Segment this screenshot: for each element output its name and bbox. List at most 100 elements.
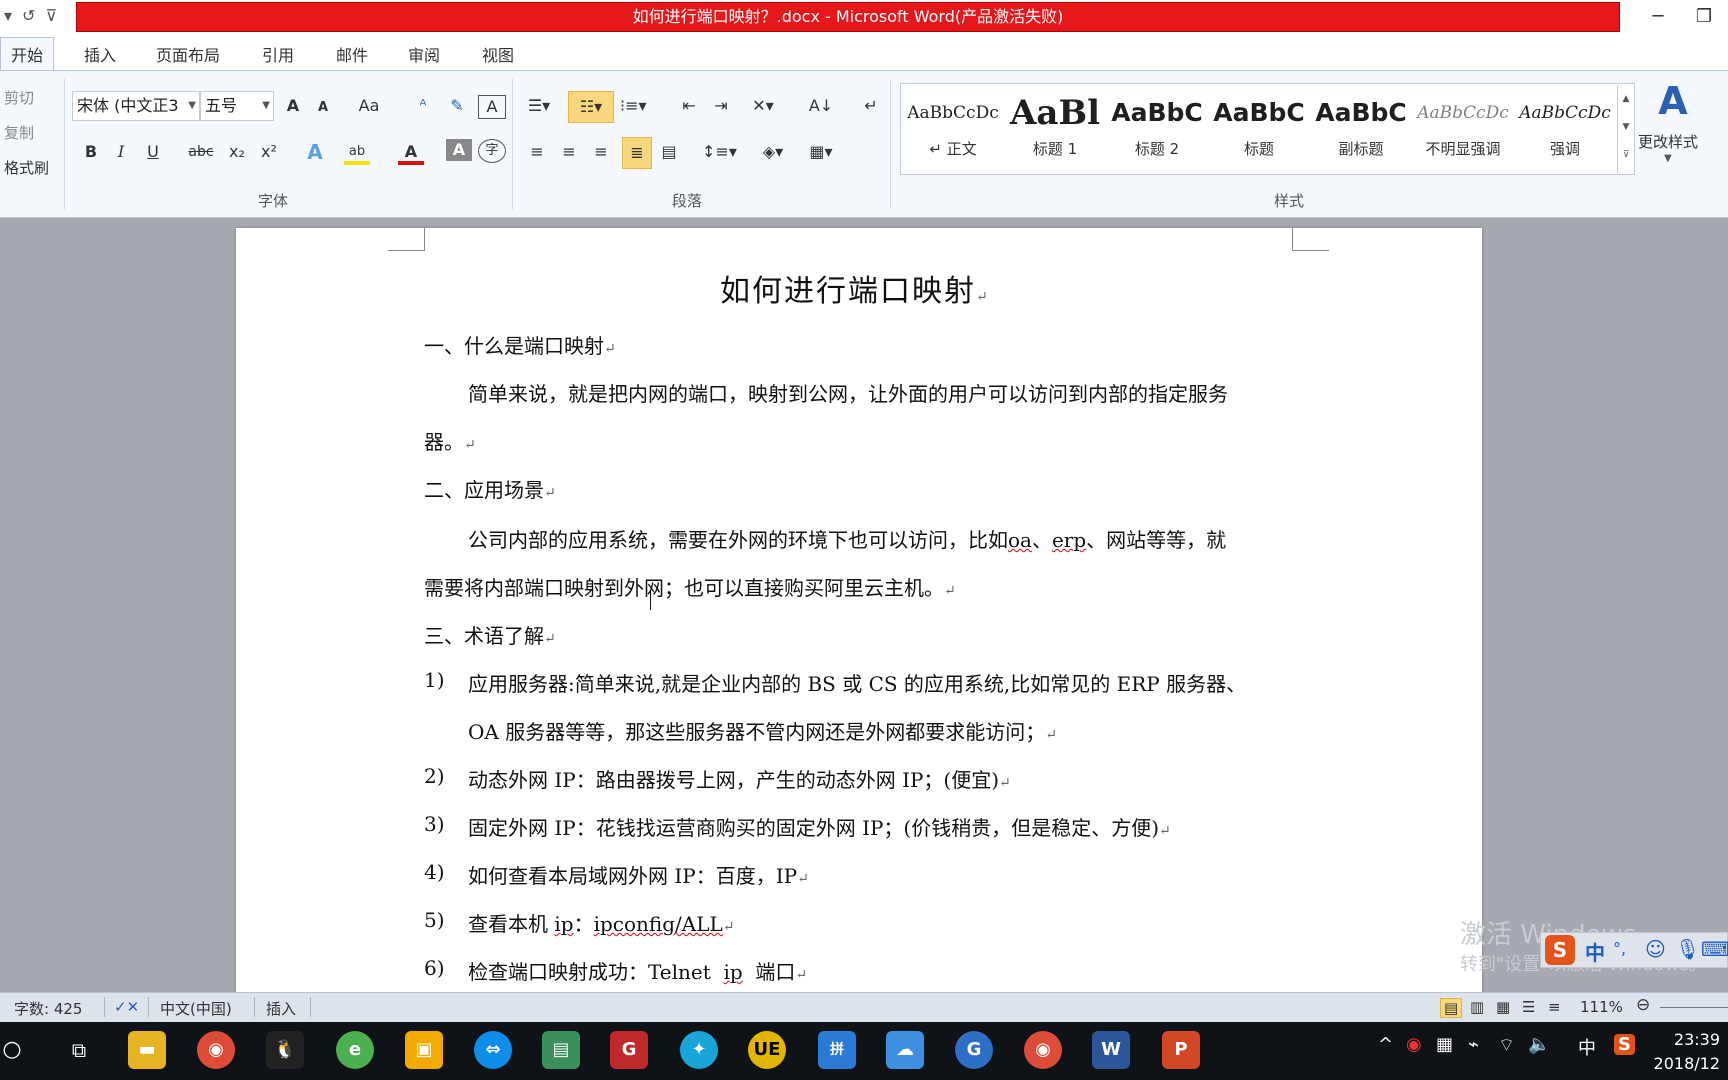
document-page[interactable]: 如何进行端口映射↵ 一、什么是端口映射↵ 简单来说，就是把内网的端口，映射到公网… — [236, 228, 1482, 1008]
zoom-level[interactable]: 111% — [1580, 998, 1623, 1016]
increase-indent-icon[interactable]: ⇥ — [708, 91, 734, 121]
highlight-button[interactable]: ab — [344, 137, 370, 165]
style-subtle-emphasis[interactable]: AaBbCcDc 不明显强调 — [1413, 88, 1513, 170]
chevron-up-icon[interactable]: ▲ — [1618, 85, 1634, 113]
wifi-icon[interactable]: ⌔ — [1498, 1034, 1515, 1057]
record-icon[interactable]: ◉ — [1406, 1034, 1422, 1055]
styles-scrollbar[interactable]: ▲ ▼ ⊽ — [1617, 85, 1634, 173]
blue-app-icon[interactable]: G — [955, 1031, 993, 1069]
zoom-slider[interactable] — [1660, 1007, 1728, 1008]
outline-icon[interactable]: ☰ — [1522, 998, 1535, 1016]
qq-icon[interactable]: 🐧 — [266, 1031, 304, 1069]
phonetic-icon[interactable]: ᴬ — [410, 91, 436, 121]
tab-view[interactable]: 视图 — [474, 40, 522, 68]
volume-icon[interactable]: 🔈 — [1528, 1034, 1550, 1055]
line-spacing-icon[interactable]: ↕≡▾ — [702, 137, 737, 167]
undo-icon[interactable]: ↺ — [22, 6, 35, 25]
more-icon[interactable]: ⊽ — [1618, 141, 1634, 169]
zoom-out-icon[interactable]: ⊖ — [1636, 995, 1650, 1015]
red-app-icon[interactable]: G — [610, 1031, 648, 1069]
restore-button[interactable]: ❐ — [1684, 4, 1724, 30]
tab-mailings[interactable]: 邮件 — [328, 40, 376, 68]
style-normal[interactable]: AaBbCcDc ↵ 正文 — [903, 88, 1003, 170]
cortana-icon[interactable]: ○ — [0, 1031, 24, 1069]
browser-icon[interactable]: e — [336, 1031, 374, 1069]
font-color-button[interactable]: A — [398, 137, 424, 165]
word-icon[interactable]: W — [1092, 1031, 1130, 1069]
borders-icon[interactable]: ▦▾ — [808, 137, 834, 167]
char-shading-button[interactable]: A — [446, 139, 472, 161]
network-app-icon[interactable]: ▤ — [542, 1031, 580, 1069]
word-count[interactable]: 字数: 425 — [14, 998, 82, 1019]
grow-font-button[interactable]: A — [280, 91, 306, 121]
text-effect-icon[interactable]: A — [302, 137, 328, 167]
clock[interactable]: 23:39 2018/12 — [1654, 1028, 1720, 1076]
numbering-icon[interactable]: ☷▾ — [568, 91, 614, 123]
tab-review[interactable]: 审阅 — [400, 40, 448, 68]
change-case-button[interactable]: Aa — [356, 91, 382, 121]
ime-mode[interactable]: 中 — [1585, 937, 1605, 966]
chrome-alt-icon[interactable]: ◉ — [1024, 1031, 1062, 1069]
language-indicator[interactable]: 中文(中国) — [160, 998, 232, 1019]
bullets-icon[interactable]: ☰▾ — [526, 91, 552, 121]
style-subtitle[interactable]: AaBbC 副标题 — [1311, 88, 1411, 170]
cut-button[interactable]: 剪切 — [4, 87, 34, 108]
chevron-down-icon[interactable]: ▼ — [1618, 113, 1634, 141]
asian-layout-icon[interactable]: ✕▾ — [750, 91, 776, 121]
sort-icon[interactable]: A↓ — [808, 91, 834, 121]
full-screen-reading-icon[interactable]: ▥ — [1470, 998, 1484, 1016]
style-heading-2[interactable]: AaBbC 标题 2 — [1107, 88, 1207, 170]
shrink-font-button[interactable]: A — [310, 93, 336, 123]
tab-insert[interactable]: 插入 — [76, 40, 124, 68]
char-border-icon[interactable]: A — [478, 95, 506, 119]
align-left-icon[interactable]: ≡ — [524, 137, 550, 167]
align-right-icon[interactable]: ≡ — [588, 137, 614, 167]
font-name-combo[interactable]: 宋体 (中文正3 ▼ — [72, 91, 200, 121]
web-layout-icon[interactable]: ▦ — [1496, 998, 1510, 1016]
clear-format-icon[interactable]: ✎ — [444, 91, 470, 121]
copy-button[interactable]: 复制 — [4, 122, 34, 143]
teamviewer-icon[interactable]: ⇔ — [474, 1031, 512, 1069]
ultraedit-icon[interactable]: UE — [748, 1031, 786, 1069]
sogou-logo[interactable]: S — [1545, 935, 1575, 965]
tray-app-icon[interactable]: ▦ — [1436, 1034, 1453, 1055]
font-size-combo[interactable]: 五号 ▼ — [200, 91, 274, 121]
powerpoint-icon[interactable]: P — [1162, 1031, 1200, 1069]
style-emphasis[interactable]: AaBbCcDc 强调 — [1515, 88, 1615, 170]
input-app-icon[interactable]: 拼 — [818, 1031, 856, 1069]
minimize-button[interactable]: ─ — [1638, 4, 1678, 30]
style-title[interactable]: AaBbC 标题 — [1209, 88, 1309, 170]
show-marks-icon[interactable]: ↵ — [858, 91, 884, 121]
align-center-icon[interactable]: ≡ — [556, 137, 582, 167]
shading-icon[interactable]: ◈▾ — [760, 137, 786, 167]
keyboard-icon[interactable]: ⌨ — [1701, 937, 1728, 961]
print-layout-icon[interactable]: ▤ — [1440, 998, 1463, 1018]
tab-references[interactable]: 引用 — [254, 40, 302, 68]
proofing-icon[interactable]: ✓✕ — [114, 998, 139, 1016]
change-styles-icon[interactable]: A — [1648, 79, 1698, 123]
emoji-icon[interactable]: ☺ — [1645, 937, 1666, 961]
folder-app-icon[interactable]: ▣ — [405, 1031, 443, 1069]
format-painter-button[interactable]: 格式刷 — [4, 157, 49, 178]
ime-toolbar[interactable]: S 中 °, ☺ 🎙 ⌨ — [1540, 932, 1728, 968]
strikethrough-button[interactable]: abc — [188, 137, 214, 167]
task-view-icon[interactable]: ⧉ — [60, 1031, 98, 1069]
file-explorer-icon[interactable]: ▬ — [128, 1031, 166, 1069]
chevron-up-icon[interactable]: ^ — [1378, 1034, 1393, 1055]
multilevel-list-icon[interactable]: ⁝≡▾ — [620, 91, 647, 121]
distributed-icon[interactable]: ▤ — [656, 137, 682, 167]
style-heading-1[interactable]: AaBl 标题 1 — [1005, 88, 1105, 170]
justify-icon[interactable]: ≣ — [622, 137, 652, 169]
bold-button[interactable]: B — [78, 137, 104, 167]
chrome-icon[interactable]: ◉ — [197, 1031, 235, 1069]
power-icon[interactable]: ⌁ — [1468, 1034, 1479, 1055]
subscript-button[interactable]: x₂ — [224, 137, 250, 167]
italic-button[interactable]: I — [108, 137, 134, 167]
input-language[interactable]: 中 — [1578, 1034, 1596, 1060]
sogou-tray-icon[interactable]: S — [1614, 1034, 1635, 1055]
insert-mode[interactable]: 插入 — [266, 998, 296, 1019]
underline-button[interactable]: U — [140, 137, 166, 167]
dropdown-icon[interactable]: ▾ — [4, 6, 12, 25]
cloud-app-icon[interactable]: ☁ — [886, 1031, 924, 1069]
ime-punct[interactable]: °, — [1613, 939, 1626, 958]
